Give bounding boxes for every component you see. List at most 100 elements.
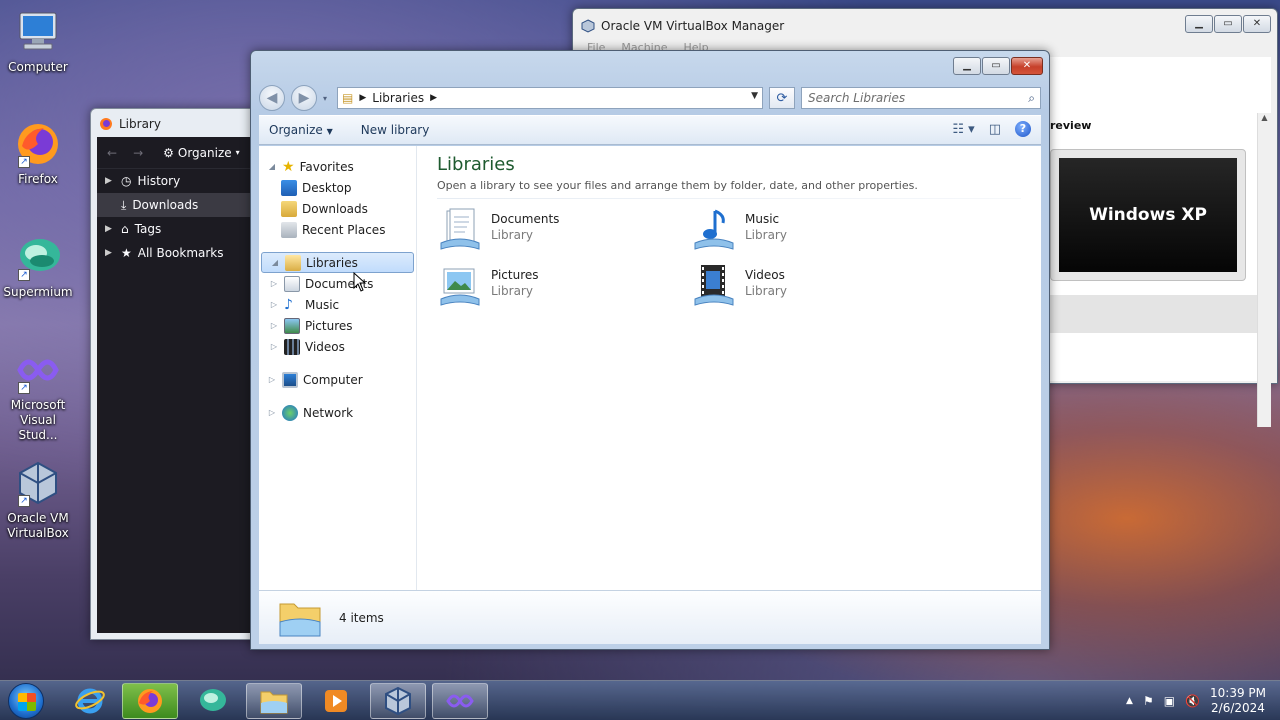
library-item-tags[interactable]: ▶ ⌂ Tags bbox=[97, 217, 259, 241]
videos-library-icon bbox=[691, 263, 737, 309]
organize-menu-button[interactable]: ⚙ Organize ▾ bbox=[163, 146, 240, 160]
supermium-icon bbox=[200, 689, 226, 711]
nav-documents[interactable]: ▷ Documents bbox=[259, 273, 416, 294]
expand-arrow-icon[interactable]: ▷ bbox=[269, 342, 279, 351]
taskbar-firefox[interactable] bbox=[122, 683, 178, 719]
organize-button[interactable]: Organize ▼ bbox=[269, 123, 333, 137]
nav-recent-places[interactable]: Recent Places bbox=[259, 219, 416, 240]
expand-arrow-icon[interactable]: ▷ bbox=[267, 408, 277, 417]
expand-arrow-icon[interactable]: ▶ bbox=[105, 248, 115, 258]
back-arrow-icon[interactable]: ← bbox=[107, 146, 117, 160]
action-center-flag-icon[interactable]: ⚑ bbox=[1143, 694, 1154, 708]
explorer-window[interactable]: ▁ ▭ ✕ ◀ ▶ ▾ ▤ ▶ Libraries ▶ ▼ ⟳ Search L… bbox=[250, 50, 1050, 650]
search-icon[interactable]: ⌕ bbox=[1028, 91, 1035, 106]
back-button[interactable]: ◀ bbox=[259, 85, 285, 111]
show-hidden-icons-icon[interactable]: ▲ bbox=[1126, 696, 1133, 706]
taskbar-virtualbox[interactable] bbox=[370, 683, 426, 719]
start-button[interactable] bbox=[8, 683, 44, 719]
desktop-icon-firefox[interactable]: ↗ Firefox bbox=[2, 120, 74, 187]
details-band bbox=[1050, 295, 1262, 333]
firefox-icon: ↗ bbox=[14, 120, 62, 168]
search-input[interactable]: Search Libraries ⌕ bbox=[801, 87, 1041, 109]
nav-videos[interactable]: ▷ Videos bbox=[259, 336, 416, 357]
desktop-icon-label: Microsoft Visual Stud... bbox=[10, 398, 66, 442]
taskbar-windows-explorer[interactable] bbox=[246, 683, 302, 719]
volume-muted-icon[interactable]: 🔇 bbox=[1185, 694, 1200, 708]
desktop-icon-visual-studio[interactable]: ↗ Microsoft Visual Stud... bbox=[2, 346, 74, 443]
library-tile-pictures[interactable]: Pictures Library bbox=[437, 263, 691, 309]
taskbar-supermium[interactable] bbox=[184, 683, 240, 719]
library-item-downloads[interactable]: ⤓ Downloads bbox=[97, 193, 259, 217]
clock[interactable]: 10:39 PM 2/6/2024 bbox=[1210, 686, 1266, 716]
taskbar-media-player[interactable] bbox=[308, 683, 364, 719]
address-dropdown-icon[interactable]: ▼ bbox=[751, 91, 758, 101]
collapse-arrow-icon[interactable]: ◢ bbox=[267, 162, 277, 171]
taskbar-visual-studio[interactable] bbox=[432, 683, 488, 719]
media-player-icon bbox=[325, 690, 347, 712]
desktop-icon-supermium[interactable]: ↗ Supermium bbox=[2, 233, 74, 300]
network-status-icon[interactable]: ▣ bbox=[1164, 694, 1175, 708]
address-bar[interactable]: ▤ ▶ Libraries ▶ ▼ bbox=[337, 87, 763, 109]
library-item-label: Tags bbox=[134, 222, 162, 236]
desktop-icon-label: Supermium bbox=[3, 285, 73, 299]
refresh-button[interactable]: ⟳ bbox=[769, 87, 795, 109]
close-button[interactable]: ✕ bbox=[1243, 15, 1271, 33]
breadcrumb-separator-icon[interactable]: ▶ bbox=[359, 93, 366, 103]
collapse-arrow-icon[interactable]: ◢ bbox=[270, 258, 280, 267]
library-grid: Documents Library Music Library Pictures… bbox=[437, 207, 1021, 309]
nav-pictures[interactable]: ▷ Pictures bbox=[259, 315, 416, 336]
library-item-label: All Bookmarks bbox=[137, 246, 224, 260]
forward-button[interactable]: ▶ bbox=[291, 85, 317, 111]
page-subtitle: Open a library to see your files and arr… bbox=[437, 179, 918, 192]
nav-label: Videos bbox=[305, 339, 345, 354]
maximize-button[interactable]: ▭ bbox=[982, 57, 1010, 75]
forward-arrow-icon[interactable]: → bbox=[133, 146, 143, 160]
nav-network[interactable]: ▷ Network bbox=[259, 402, 416, 423]
minimize-button[interactable]: ▁ bbox=[1185, 15, 1213, 33]
chevron-down-icon: ▾ bbox=[235, 148, 240, 157]
item-count: 4 items bbox=[339, 610, 384, 625]
nav-label: Downloads bbox=[302, 201, 368, 216]
nav-desktop[interactable]: Desktop bbox=[259, 177, 416, 198]
new-library-button[interactable]: New library bbox=[361, 123, 430, 137]
nav-label: Computer bbox=[303, 372, 363, 387]
expand-arrow-icon[interactable]: ▶ bbox=[105, 176, 115, 186]
nav-music[interactable]: ▷ ♪ Music bbox=[259, 294, 416, 315]
nav-downloads[interactable]: Downloads bbox=[259, 198, 416, 219]
desktop-icon-virtualbox[interactable]: ↗ Oracle VM VirtualBox bbox=[2, 459, 74, 541]
breadcrumb-libraries[interactable]: Libraries bbox=[372, 91, 424, 105]
library-tile-documents[interactable]: Documents Library bbox=[437, 207, 691, 253]
nav-favorites[interactable]: ◢ ★ Favorites bbox=[259, 156, 416, 177]
internet-explorer-icon bbox=[75, 688, 105, 714]
preview-pane-icon[interactable]: ◫ bbox=[989, 122, 1001, 137]
expand-arrow-icon[interactable]: ▶ bbox=[105, 224, 115, 234]
library-tile-videos[interactable]: Videos Library bbox=[691, 263, 945, 309]
close-button[interactable]: ✕ bbox=[1011, 57, 1043, 75]
expand-arrow-icon[interactable]: ▷ bbox=[269, 321, 279, 330]
nav-libraries[interactable]: ◢ Libraries bbox=[261, 252, 414, 273]
firefox-library-window[interactable]: Library ← → ⚙ Organize ▾ ▶ ◷ History ⤓ D… bbox=[90, 108, 260, 640]
library-item-label: History bbox=[137, 174, 181, 188]
expand-arrow-icon[interactable]: ▷ bbox=[269, 300, 279, 309]
library-type: Library bbox=[491, 228, 533, 242]
library-name: Documents bbox=[491, 212, 560, 226]
vertical-scrollbar[interactable]: ▲ bbox=[1257, 113, 1271, 427]
taskbar-internet-explorer[interactable] bbox=[62, 683, 118, 719]
caption-buttons: ▁ ▭ ✕ bbox=[953, 57, 1043, 75]
breadcrumb-separator-icon[interactable]: ▶ bbox=[430, 93, 437, 103]
recent-pages-dropdown[interactable]: ▾ bbox=[323, 94, 331, 103]
change-view-icon[interactable]: ☷ ▾ bbox=[952, 122, 974, 137]
library-item-history[interactable]: ▶ ◷ History bbox=[97, 169, 259, 193]
library-name: Music bbox=[745, 212, 780, 226]
library-item-all-bookmarks[interactable]: ▶ ★ All Bookmarks bbox=[97, 241, 259, 265]
maximize-button[interactable]: ▭ bbox=[1214, 15, 1242, 33]
help-icon[interactable]: ? bbox=[1015, 121, 1031, 137]
nav-computer[interactable]: ▷ Computer bbox=[259, 369, 416, 390]
library-tile-music[interactable]: Music Library bbox=[691, 207, 945, 253]
expand-arrow-icon[interactable]: ▷ bbox=[269, 279, 279, 288]
nav-label: Libraries bbox=[306, 255, 358, 270]
desktop-icon-computer[interactable]: Computer bbox=[2, 8, 74, 75]
expand-arrow-icon[interactable]: ▷ bbox=[267, 375, 277, 384]
gear-icon: ⚙ bbox=[163, 145, 174, 160]
minimize-button[interactable]: ▁ bbox=[953, 57, 981, 75]
